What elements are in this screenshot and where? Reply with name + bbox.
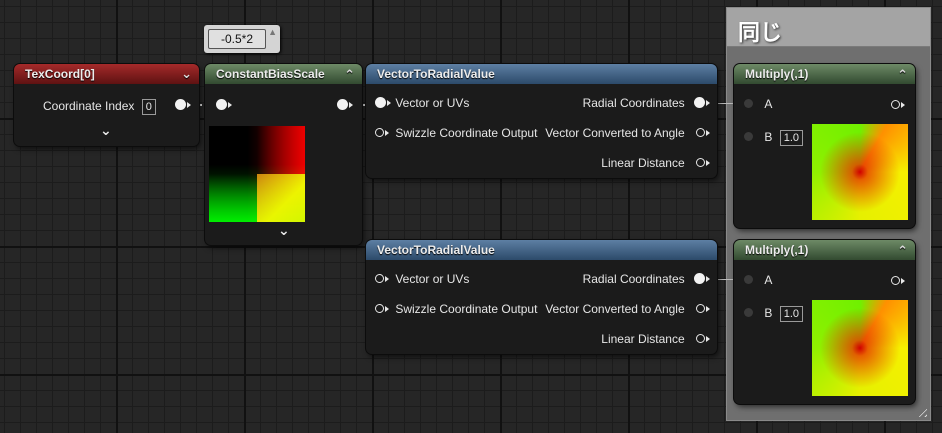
radial-bottom-out2-pin[interactable]: [696, 304, 710, 314]
radial-top-out2-label: Vector Converted to Angle: [545, 126, 685, 140]
chevron-down-icon[interactable]: ⌄: [278, 222, 290, 239]
radial-bottom-out3-pin[interactable]: [696, 334, 710, 344]
multiply-bottom-header[interactable]: Multiply(,1) ⌃: [734, 240, 915, 260]
radial-bottom-title: VectorToRadialValue: [377, 243, 495, 257]
multiply-bottom-b-row[interactable]: B 1.0: [744, 305, 803, 322]
radial-top-header[interactable]: VectorToRadialValue: [366, 64, 717, 84]
radial-top-out1-label: Radial Coordinates: [582, 96, 685, 110]
radial-node-top[interactable]: VectorToRadialValue Vector or UVs Swizzl…: [366, 64, 717, 178]
bias-header[interactable]: ConstantBiasScale ⌃: [205, 64, 362, 84]
coordinate-index-row: Coordinate Index 0: [43, 98, 156, 115]
radial-top-in1-pin[interactable]: [375, 97, 391, 109]
radial-top-out1-pin[interactable]: [694, 97, 710, 109]
radial-top-out2-pin[interactable]: [696, 128, 710, 138]
radial-top-out3-row[interactable]: Linear Distance: [601, 155, 710, 171]
radial-bottom-header[interactable]: VectorToRadialValue: [366, 240, 717, 260]
resize-grip-icon[interactable]: [915, 405, 927, 417]
multiply-bottom-b-pin[interactable]: [744, 308, 753, 318]
multiply-top-header[interactable]: Multiply(,1) ⌃: [734, 64, 915, 84]
chevron-up-icon[interactable]: ⌃: [897, 241, 908, 261]
bias-preview-image: [209, 126, 305, 222]
multiply-bottom-a-pin[interactable]: [744, 275, 753, 285]
multiply-top-b-input[interactable]: 1.0: [779, 129, 803, 146]
radial-top-out3-label: Linear Distance: [601, 156, 685, 170]
tooltip-text: -0.5*2: [220, 32, 254, 46]
bias-output-pin[interactable]: [337, 99, 353, 110]
chevron-down-icon[interactable]: ⌄: [100, 122, 112, 139]
radial-bottom-in1-pin[interactable]: [375, 274, 389, 284]
radial-bottom-in1-label: Vector or UVs: [395, 272, 470, 286]
pin-icon[interactable]: ▲: [268, 27, 277, 37]
radial-top-in2-label: Swizzle Coordinate Output: [395, 126, 538, 140]
constant-bias-scale-node[interactable]: ConstantBiasScale ⌃ ⌄: [205, 64, 362, 245]
multiply-top-a-pin[interactable]: [744, 99, 753, 109]
radial-top-in1-row[interactable]: Vector or UVs: [375, 95, 469, 111]
multiply-top-title: Multiply(,1): [745, 67, 809, 81]
radial-top-in2-pin[interactable]: [375, 128, 389, 138]
multiply-top-a-row[interactable]: A: [744, 96, 772, 112]
chevron-down-icon[interactable]: ⌄: [181, 64, 192, 84]
coordinate-index-label: Coordinate Index: [43, 99, 135, 113]
radial-bottom-out2-label: Vector Converted to Angle: [545, 302, 685, 316]
radial-top-out2-row[interactable]: Vector Converted to Angle: [545, 125, 710, 141]
multiply-top-preview-glow: [812, 124, 908, 220]
texcoord-header[interactable]: TexCoord[0] ⌄: [14, 64, 199, 84]
tooltip: -0.5*2 ▲: [204, 25, 280, 53]
radial-bottom-out3-row[interactable]: Linear Distance: [601, 331, 710, 347]
radial-bottom-in2-pin[interactable]: [375, 304, 389, 314]
radial-top-title: VectorToRadialValue: [377, 67, 495, 81]
comment-title: 同じ: [738, 21, 783, 46]
multiply-top-output-pin[interactable]: [891, 100, 905, 109]
multiply-node-top[interactable]: Multiply(,1) ⌃ A B 1.0: [734, 64, 915, 228]
multiply-top-b-row[interactable]: B 1.0: [744, 129, 803, 146]
multiply-bottom-title: Multiply(,1): [745, 243, 809, 257]
tooltip-text-box: -0.5*2: [208, 29, 266, 49]
multiply-bottom-a-row[interactable]: A: [744, 272, 772, 288]
comment-title-bar[interactable]: 同じ: [727, 8, 930, 47]
radial-node-bottom[interactable]: VectorToRadialValue Vector or UVs Swizzl…: [366, 240, 717, 354]
chevron-up-icon[interactable]: ⌃: [897, 65, 908, 85]
texcoord-output-pin[interactable]: [175, 99, 191, 110]
chevron-up-icon[interactable]: ⌃: [344, 65, 355, 85]
radial-bottom-in1-row[interactable]: Vector or UVs: [375, 271, 469, 287]
multiply-top-b-pin[interactable]: [744, 132, 753, 142]
bias-input-pin[interactable]: [216, 99, 232, 110]
multiply-node-bottom[interactable]: Multiply(,1) ⌃ A B 1.0: [734, 240, 915, 404]
radial-top-in1-label: Vector or UVs: [395, 96, 470, 110]
multiply-bottom-preview-glow: [812, 300, 908, 396]
texcoord-title: TexCoord[0]: [25, 67, 95, 81]
radial-bottom-out2-row[interactable]: Vector Converted to Angle: [545, 301, 710, 317]
texcoord-node[interactable]: TexCoord[0] ⌄ Coordinate Index 0 ⌄: [14, 64, 199, 146]
multiply-bottom-b-label: B: [764, 306, 773, 320]
radial-bottom-out3-label: Linear Distance: [601, 332, 685, 346]
radial-bottom-in2-label: Swizzle Coordinate Output: [395, 302, 538, 316]
multiply-top-b-label: B: [764, 130, 773, 144]
bias-title: ConstantBiasScale: [216, 67, 325, 81]
radial-bottom-out1-label: Radial Coordinates: [582, 272, 685, 286]
radial-bottom-out1-pin[interactable]: [694, 273, 710, 285]
radial-top-out1-row[interactable]: Radial Coordinates: [582, 95, 710, 111]
radial-bottom-in2-row[interactable]: Swizzle Coordinate Output: [375, 301, 537, 317]
multiply-bottom-output-pin[interactable]: [891, 276, 905, 285]
multiply-bottom-b-input[interactable]: 1.0: [779, 305, 803, 322]
multiply-bottom-a-label: A: [764, 273, 773, 287]
radial-top-in2-row[interactable]: Swizzle Coordinate Output: [375, 125, 537, 141]
coordinate-index-input[interactable]: 0: [141, 98, 156, 115]
radial-top-out3-pin[interactable]: [696, 158, 710, 168]
radial-bottom-out1-row[interactable]: Radial Coordinates: [582, 271, 710, 287]
multiply-top-a-label: A: [764, 97, 773, 111]
